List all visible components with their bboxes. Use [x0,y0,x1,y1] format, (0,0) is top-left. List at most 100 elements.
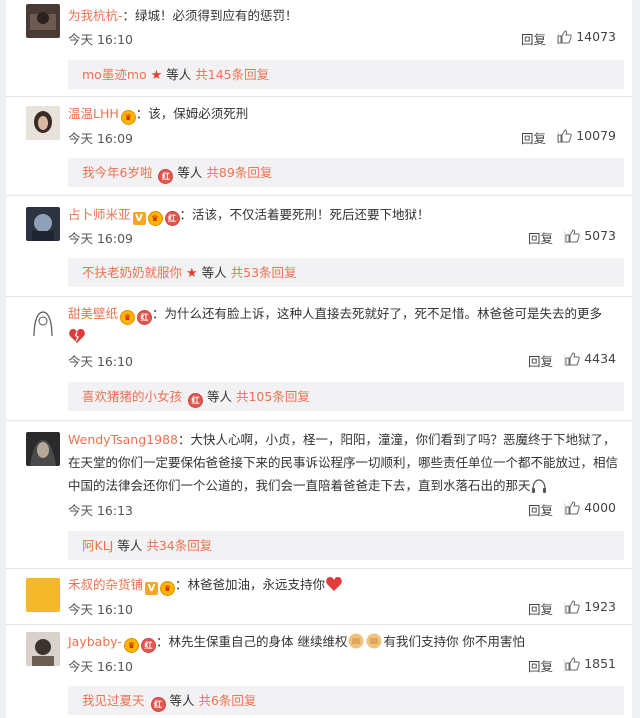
divider [6,195,632,196]
reply-button[interactable]: 回复 [528,228,553,247]
like-count: 14073 [576,29,616,44]
comment-body: 温温LHH ♛ ：该，保姆必须死刑 [68,102,622,125]
broken-heart-icon [69,329,85,343]
comment-text: ：为什么还有脸上诉，这种人直接去死就好了，死不足惜。林爸爸可是失去的更多 [152,306,603,321]
sub-reply-total[interactable]: 共34条回复 [146,538,212,553]
fist-emoji-icon [348,633,364,649]
divider [6,296,632,297]
comment-username[interactable]: WendyTsang1988 [68,432,178,447]
sub-reply-user[interactable]: 不扶老奶奶就服你 [82,265,182,280]
like-count: 4000 [584,500,616,515]
heart-icon [326,577,342,591]
comment-text: ：林先生保重自己的身体 继续维权 [155,634,348,649]
avatar[interactable] [26,632,60,666]
sub-reply-user[interactable]: 我今年6岁啦 [82,165,152,180]
like-count: 10079 [576,128,616,143]
thumb-up-icon [565,228,580,242]
sub-reply-user[interactable]: mo墨迹mo [82,67,147,82]
comment-body: 为我杭杭-：绿城！必须得到应有的惩罚！ [68,4,622,27]
comment-time: 今天 16:09 [68,231,133,246]
avatar[interactable] [26,207,60,241]
comment-time: 今天 16:10 [68,354,133,369]
comment-time: 今天 16:10 [68,32,133,47]
comment-username[interactable]: 占卜师米亚 [68,207,131,222]
avatar[interactable] [26,306,60,340]
divider [6,420,632,421]
like-count: 4434 [584,351,616,366]
comment-time: 今天 16:10 [68,602,133,617]
red-badge-icon: 红 [140,638,156,653]
comment-body: Jaybaby- ♛ 红：林先生保重自己的身体 继续维权 有我们支持你 你不用害怕 [68,630,622,653]
like-count: 1923 [584,599,616,614]
like-button[interactable]: 4000 [565,500,616,515]
avatar[interactable] [26,106,60,140]
red-badge-icon: 红 [150,697,166,712]
verified-v-icon: V [145,582,159,595]
vip-badge-icon: ♛ [120,310,136,325]
comment-username[interactable]: 为我杭杭- [68,8,123,23]
like-button[interactable]: 5073 [565,228,616,243]
sub-reply-mid: 等人 [177,165,203,180]
sub-reply-box[interactable]: 不扶老奶奶就服你 ★ 等人 共53条回复 [68,258,624,287]
sub-reply-total[interactable]: 共105条回复 [236,389,310,404]
sub-reply-mid: 等人 [169,693,195,708]
comment-meta: 今天 16:10 回复 14073 [68,29,622,49]
thumb-up-icon [565,500,580,514]
thumb-up-icon [565,656,580,670]
comment-username[interactable]: Jaybaby- [68,634,122,649]
headphones-icon [531,479,546,493]
sub-reply-user[interactable]: 喜欢猪猪的小女孩 [82,389,182,404]
comment-text: ：该，保姆必须死刑 [135,106,249,121]
verified-v-icon: V [132,212,146,225]
sub-reply-box[interactable]: 我今年6岁啦 红 等人 共89条回复 [68,158,624,187]
thumb-up-icon [557,29,572,43]
fist-emoji-icon [366,633,382,649]
comment-meta: 今天 16:10 回复 1923 [68,599,622,619]
sub-reply-box[interactable]: 我见过夏天 红 等人 共6条回复 [68,686,624,715]
like-button[interactable]: 1923 [565,599,616,614]
page-frame-right [632,0,640,718]
sub-reply-total[interactable]: 共145条回复 [195,67,269,82]
like-button[interactable]: 1851 [565,656,616,671]
reply-button[interactable]: 回复 [528,656,553,675]
like-button[interactable]: 4434 [565,351,616,366]
thumb-up-icon [557,128,572,142]
comment-username[interactable]: 甜美壁纸 [68,306,118,321]
reply-button[interactable]: 回复 [528,351,553,370]
divider [6,624,632,625]
comment-body: 占卜师米亚 V ♛ 红：活该，不仅活着要死刑！死后还要下地狱！ [68,203,622,226]
reply-button[interactable]: 回复 [528,500,553,519]
comment-meta: 今天 16:10 回复 4434 [68,351,622,371]
sub-reply-total[interactable]: 共89条回复 [206,165,272,180]
sub-reply-box[interactable]: 喜欢猪猪的小女孩 红 等人 共105条回复 [68,382,624,411]
comment-time: 今天 16:13 [68,503,133,518]
comment-meta: 今天 16:13 回复 4000 [68,500,622,520]
sub-reply-mid: 等人 [206,389,232,404]
comment-time: 今天 16:09 [68,131,133,146]
reply-button[interactable]: 回复 [521,29,546,48]
sub-reply-total[interactable]: 共6条回复 [198,693,256,708]
comment-username[interactable]: 禾叔的杂货铺 [68,577,143,592]
comment-meta: 今天 16:09 回复 5073 [68,228,622,248]
page-frame-left [0,0,6,718]
like-button[interactable]: 14073 [557,29,616,44]
sub-reply-box[interactable]: mo墨迹mo ★ 等人 共145条回复 [68,60,624,89]
comment-meta: 今天 16:09 回复 10079 [68,128,622,148]
avatar[interactable] [26,432,60,466]
sub-reply-user[interactable]: 我见过夏天 [82,693,145,708]
sub-reply-user[interactable]: 阿KLJ [82,538,113,553]
divider [6,568,632,569]
sub-reply-total[interactable]: 共53条回复 [231,265,297,280]
star-icon: ★ [186,266,198,281]
like-count: 1851 [584,656,616,671]
comment-time: 今天 16:10 [68,659,133,674]
comment-username[interactable]: 温温LHH [68,106,119,121]
reply-button[interactable]: 回复 [521,128,546,147]
sub-reply-box[interactable]: 阿KLJ 等人 共34条回复 [68,531,624,560]
divider [6,96,632,97]
avatar[interactable] [26,4,60,38]
like-button[interactable]: 10079 [557,128,616,143]
sub-reply-mid: 等人 [166,67,192,82]
avatar[interactable] [26,578,60,612]
reply-button[interactable]: 回复 [528,599,553,618]
